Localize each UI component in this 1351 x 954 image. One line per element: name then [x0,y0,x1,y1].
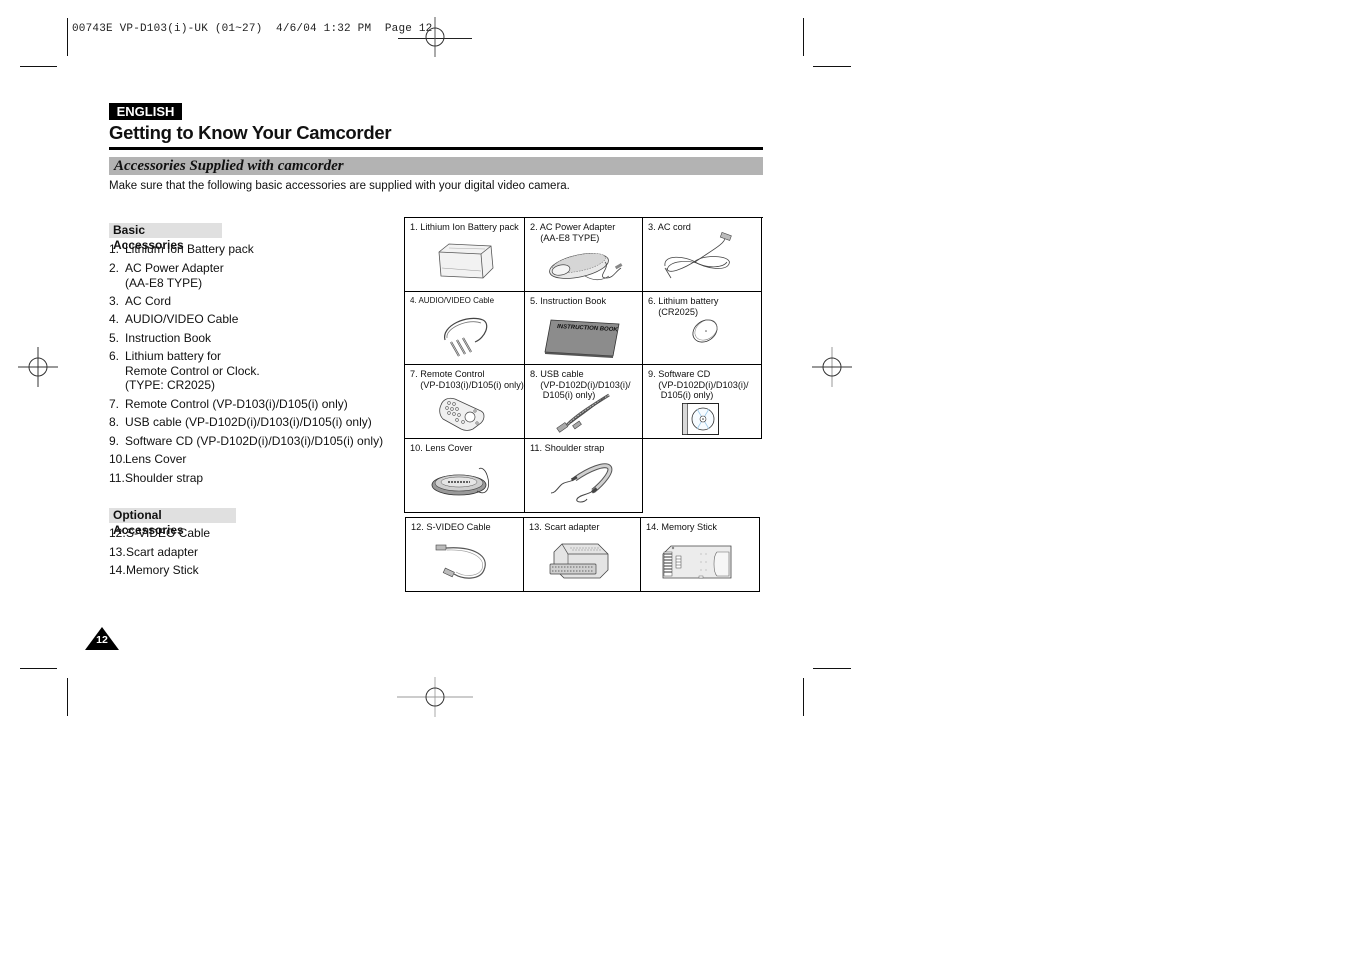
accessory-cell: 2. AC Power Adapter (AA-E8 TYPE) [525,218,643,292]
battery-pack-icon [438,243,494,279]
print-slug: 00743E VP-D103(i)-UK (01~27) 4/6/04 1:32… [72,23,433,35]
registration-mark-icon [812,347,852,387]
shoulder-strap-icon [550,463,613,503]
accessory-cell: 7. Remote Control (VP-D103(i)/D105(i) on… [405,365,525,439]
accessory-label: 6. Lithium battery (CR2025) [648,296,719,317]
accessory-label: 1. Lithium Ion Battery pack [410,222,519,232]
section-title: Accessories Supplied with camcorder [114,158,344,174]
accessory-cell: 5. Instruction Book INSTRUCTION BOOK [525,292,643,365]
accessory-cell: 6. Lithium battery (CR2025) [643,292,762,365]
intro-text: Make sure that the following basic acces… [109,180,570,192]
remote-control-icon [439,397,485,431]
instruction-book-icon: INSTRUCTION BOOK [544,319,620,358]
registration-mark-icon [397,677,473,717]
accessory-cell: 13. Scart adapter [524,518,641,591]
accessory-cell: 10. Lens Cover [405,439,525,513]
basic-accessories-heading: Basic Accessories [109,223,222,252]
s-video-cable-icon [435,544,486,579]
accessory-cell: 3. AC cord [643,218,762,292]
scart-adapter-icon [549,543,609,579]
crop-mark [803,18,804,56]
registration-mark-icon [18,347,58,387]
title-divider [109,147,763,150]
crop-mark [803,678,804,716]
accessory-label: 11. Shoulder strap [530,443,605,453]
lens-cover-icon [431,467,489,496]
accessory-cell: 9. Software CD (VP-D102D(i)/D103(i)/ D10… [643,365,762,439]
accessory-label: 9. Software CD (VP-D102D(i)/D103(i)/ D10… [648,369,749,400]
accessory-cell: 8. USB cable (VP-D102D(i)/D103(i)/ D105(… [525,365,643,439]
crop-mark [813,668,851,669]
crop-mark [813,66,851,67]
crop-mark [20,668,57,669]
ac-cord-icon [664,232,732,279]
software-cd-icon [682,403,719,435]
crop-mark [67,18,68,56]
accessory-label: 7. Remote Control (VP-D103(i)/D105(i) on… [410,369,524,390]
page-number: 12 [96,634,108,646]
crop-mark [67,678,68,716]
coin-battery-icon [692,319,718,343]
crop-mark [20,66,57,67]
section-header: Accessories Supplied with camcorder [109,157,763,175]
accessory-cell: 1. Lithium Ion Battery pack [405,218,525,292]
av-cable-icon [444,317,488,357]
accessory-label: 14. Memory Stick [646,522,717,532]
accessory-cell: 4. AUDIO/VIDEO Cable [405,292,525,365]
accessory-label: 13. Scart adapter [529,522,600,532]
optional-accessories-heading: Optional Accessories [109,508,236,537]
accessory-label: 10. Lens Cover [410,443,473,453]
accessory-label: 2. AC Power Adapter (AA-E8 TYPE) [530,222,616,243]
accessory-cell: 12. S-VIDEO Cable [406,518,524,591]
registration-mark-icon [425,17,445,57]
accessory-label: 12. S-VIDEO Cable [411,522,491,532]
memory-stick-icon [662,545,732,579]
accessory-label: 3. AC cord [648,222,691,232]
accessory-label: 4. AUDIO/VIDEO Cable [410,296,495,305]
usb-cable-icon [556,393,610,433]
accessory-label: 5. Instruction Book [530,296,607,306]
accessory-cell: 11. Shoulder strap [525,439,643,513]
ac-adapter-icon [549,253,623,281]
page-title: Getting to Know Your Camcorder [109,122,392,143]
accessory-cell: 14. Memory Stick [641,518,758,591]
language-badge: ENGLISH [109,103,182,120]
